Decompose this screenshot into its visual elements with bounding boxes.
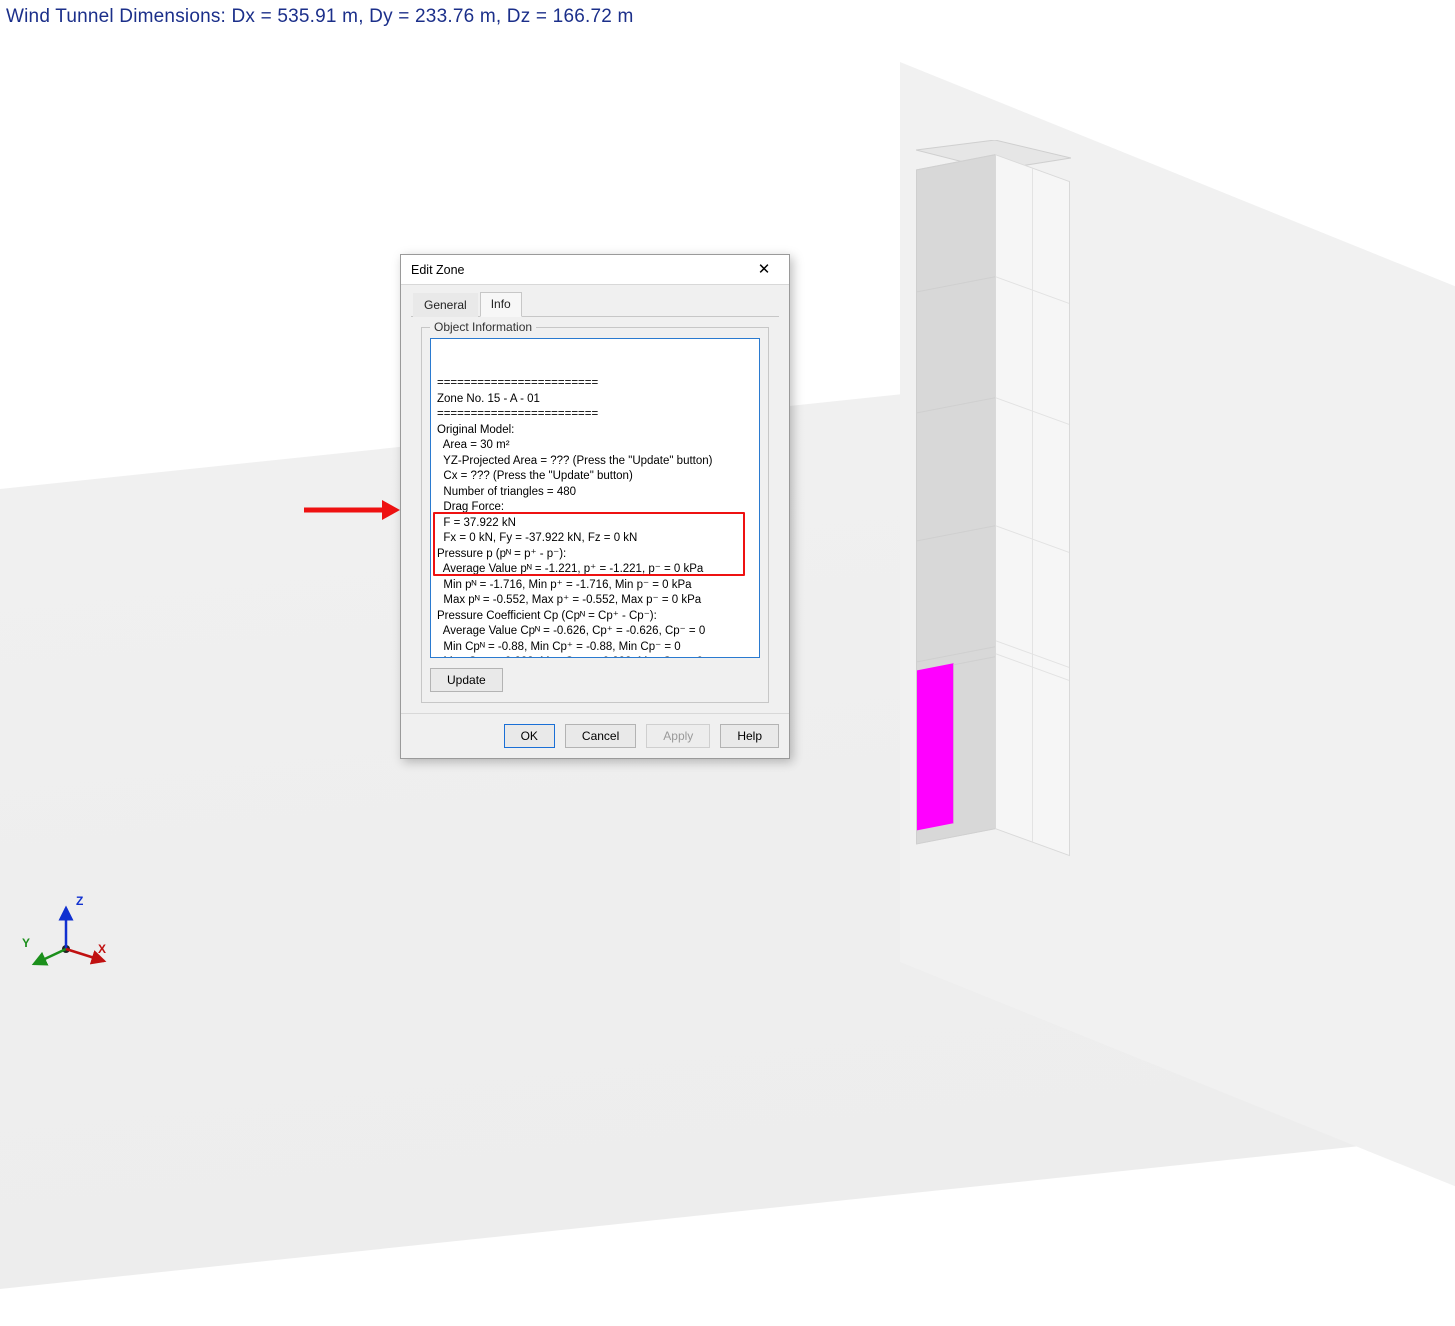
tab-info[interactable]: Info [480, 292, 522, 317]
dialog-title: Edit Zone [411, 263, 465, 277]
info-line: Average Value Cpᴺ = -0.626, Cp⁺ = -0.626… [437, 624, 753, 640]
object-information-legend: Object Information [430, 320, 536, 334]
info-line: Cx = ??? (Press the "Update" button) [437, 469, 753, 485]
selected-zone-highlight [917, 663, 954, 830]
axis-z-label: Z [76, 894, 83, 908]
viewport-3d[interactable]: Wind Tunnel Dimensions: Dx = 535.91 m, D… [0, 0, 1455, 1030]
dialog-titlebar[interactable]: Edit Zone ✕ [401, 255, 789, 285]
info-line: F = 37.922 kN [437, 516, 753, 532]
info-line: Max Cpᴺ = -0.283, Max Cp⁺ = -0.283, Max … [437, 655, 753, 658]
object-information-textbox[interactable]: ========================Zone No. 15 - A … [430, 338, 760, 658]
edit-zone-dialog: Edit Zone ✕ General Info Object Informat… [400, 254, 790, 759]
info-line: Min pᴺ = -1.716, Min p⁺ = -1.716, Min p⁻… [437, 578, 753, 594]
update-button[interactable]: Update [430, 668, 503, 692]
ok-button[interactable]: OK [504, 724, 555, 748]
dialog-close-button[interactable]: ✕ [745, 258, 783, 282]
info-line: Pressure p (pᴺ = p⁺ - p⁻): [437, 547, 753, 563]
annotation-arrow [300, 498, 400, 522]
help-button[interactable]: Help [720, 724, 779, 748]
info-line: Area = 30 m² [437, 438, 753, 454]
building-model[interactable] [916, 140, 1071, 840]
info-line: Original Model: [437, 423, 753, 439]
info-line: YZ-Projected Area = ??? (Press the "Upda… [437, 454, 753, 470]
close-icon: ✕ [758, 262, 771, 277]
dialog-footer: OK Cancel Apply Help [401, 713, 789, 758]
object-information-group: Object Information =====================… [421, 327, 769, 703]
info-line: Number of triangles = 480 [437, 485, 753, 501]
info-line: Drag Force: [437, 500, 753, 516]
info-line: ======================== [437, 407, 753, 423]
info-line: ======================== [437, 376, 753, 392]
tab-general[interactable]: General [413, 293, 478, 317]
info-line: Fx = 0 kN, Fy = -37.922 kN, Fz = 0 kN [437, 531, 753, 547]
info-line: Average Value pᴺ = -1.221, p⁺ = -1.221, … [437, 562, 753, 578]
cancel-button[interactable]: Cancel [565, 724, 636, 748]
info-line: Zone No. 15 - A - 01 [437, 392, 753, 408]
wind-tunnel-dimensions-label: Wind Tunnel Dimensions: Dx = 535.91 m, D… [6, 6, 634, 28]
info-line: Max pᴺ = -0.552, Max p⁺ = -0.552, Max p⁻… [437, 593, 753, 609]
building-right-face [995, 154, 1070, 856]
axis-x-label: X [98, 942, 106, 956]
building-left-face [916, 154, 996, 845]
dialog-tabs: General Info [411, 291, 779, 317]
info-line: Pressure Coefficient Cp (Cpᴺ = Cp⁺ - Cp⁻… [437, 609, 753, 625]
apply-button[interactable]: Apply [646, 724, 710, 748]
axes-triad[interactable]: Z Y X [22, 894, 102, 974]
info-line: Min Cpᴺ = -0.88, Min Cp⁺ = -0.88, Min Cp… [437, 640, 753, 656]
axis-y-label: Y [22, 936, 30, 950]
